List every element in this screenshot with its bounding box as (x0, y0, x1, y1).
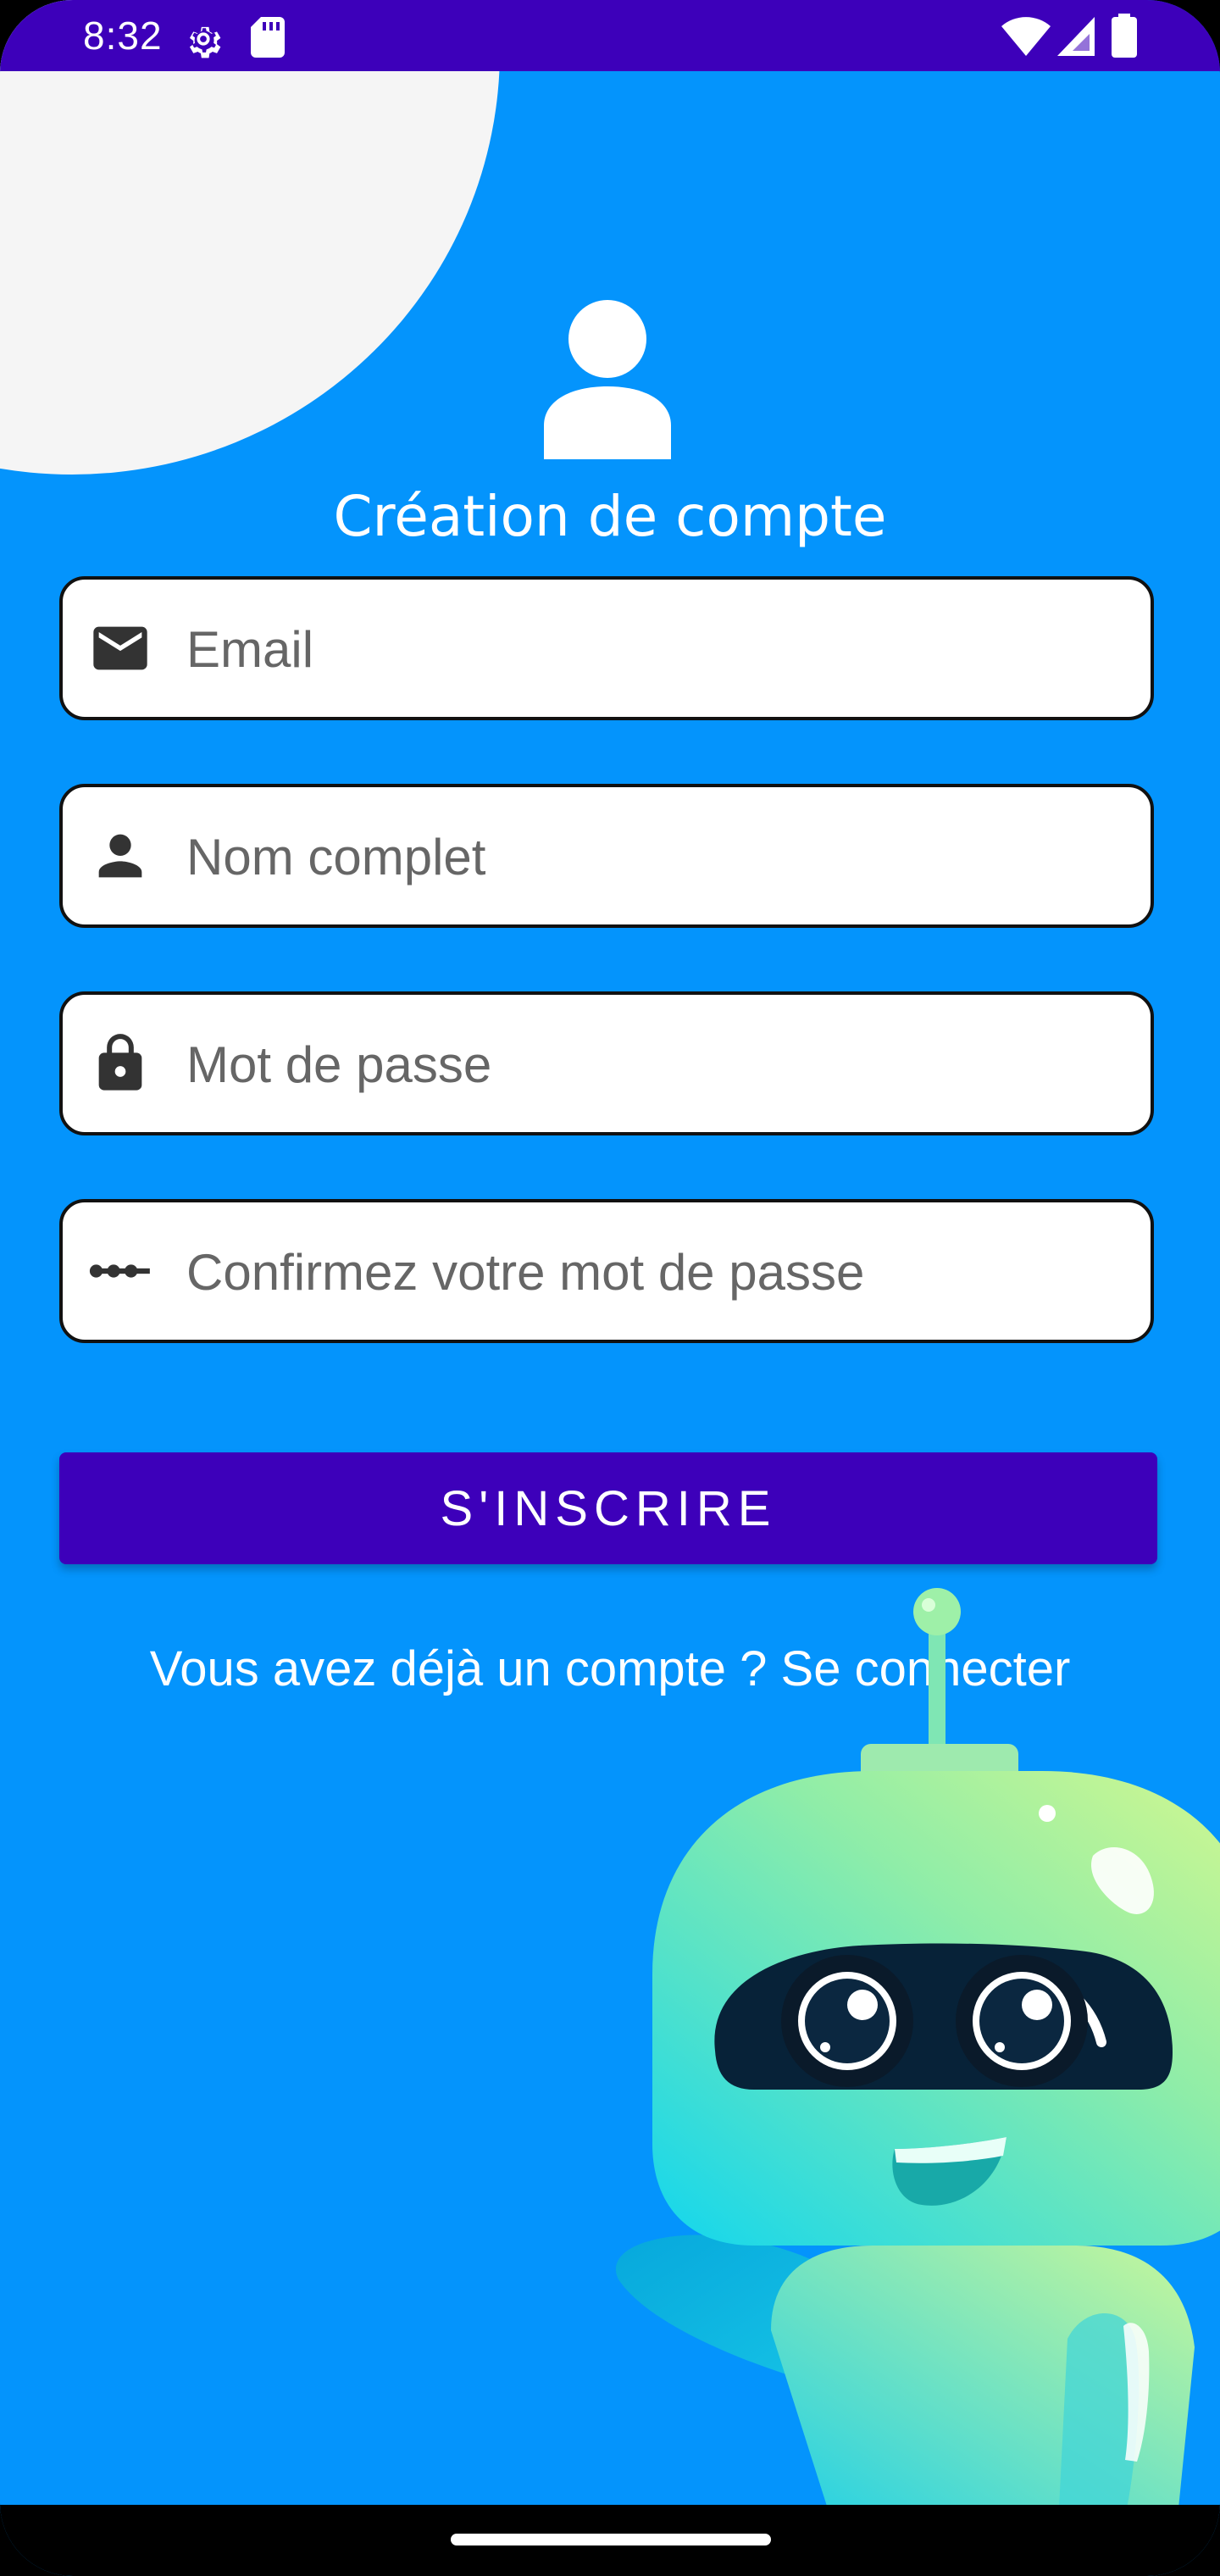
status-bar: 8:32 (0, 0, 1220, 71)
password-dots-icon (89, 1264, 150, 1278)
signal-icon (1057, 17, 1095, 56)
full-name-field[interactable] (59, 784, 1154, 928)
password-field[interactable] (59, 991, 1154, 1135)
page-title: Création de compte (333, 484, 887, 549)
email-field[interactable] (59, 576, 1154, 720)
sd-card-icon (251, 17, 285, 58)
full-name-input[interactable] (185, 787, 1120, 926)
wifi-icon (1001, 17, 1051, 56)
confirm-password-field[interactable] (59, 1199, 1154, 1343)
signup-button[interactable]: S'INSCRIRE (59, 1452, 1157, 1564)
settings-gear-icon (189, 26, 221, 58)
decorative-circle (0, 0, 500, 475)
account-icon (544, 300, 671, 459)
robot-mascot (615, 1588, 1220, 2508)
status-time: 8:32 (83, 14, 163, 58)
battery-icon (1112, 14, 1137, 58)
email-input[interactable] (185, 580, 1120, 719)
email-icon (93, 626, 147, 670)
confirm-password-input[interactable] (185, 1202, 1120, 1341)
lock-icon (98, 1034, 142, 1091)
password-input[interactable] (185, 995, 1120, 1134)
home-gesture-handle[interactable] (451, 2534, 771, 2545)
signup-screen: 8:32 Création de compte Email Nom comple… (0, 0, 1220, 2576)
person-icon (98, 834, 142, 878)
